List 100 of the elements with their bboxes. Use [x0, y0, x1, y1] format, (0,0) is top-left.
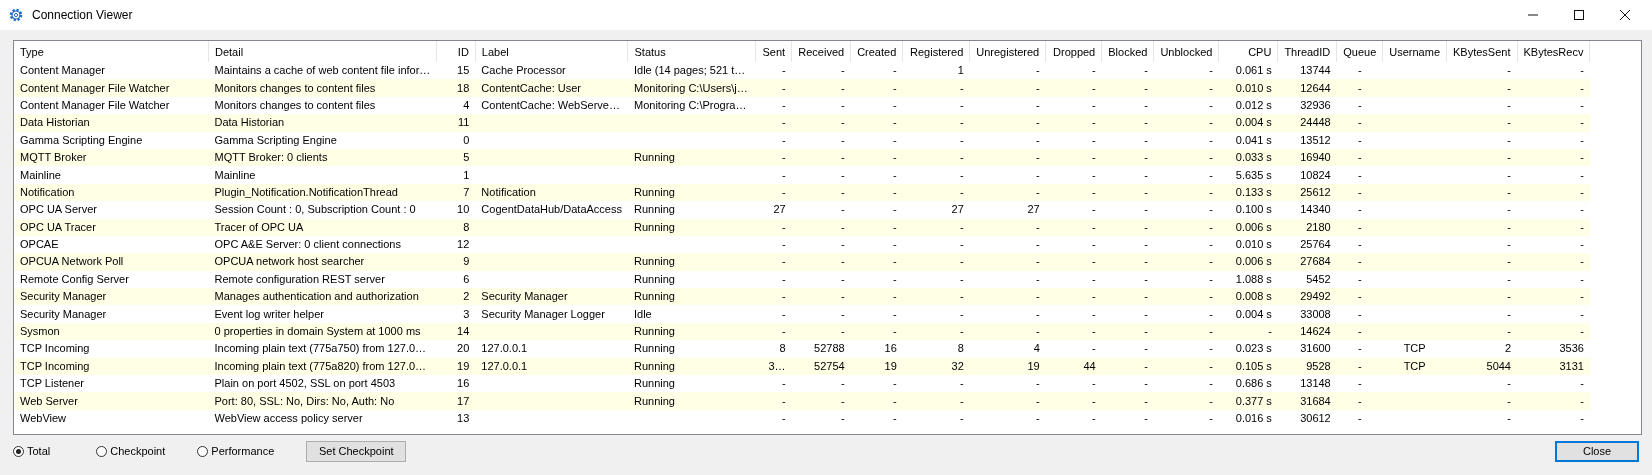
table-cell: - — [1101, 114, 1154, 132]
close-icon[interactable] — [1620, 10, 1630, 20]
column-header[interactable]: Blocked — [1101, 41, 1154, 62]
table-cell: - — [1101, 235, 1154, 254]
table-cell: Content Manager File Watcher — [14, 96, 209, 115]
table-cell: - — [1045, 375, 1102, 393]
mode-radio[interactable]: Total — [13, 445, 51, 457]
table-cell: TCP — [1382, 340, 1447, 358]
table-cell: 8 — [902, 340, 970, 358]
table-cell: - — [1336, 235, 1383, 254]
table-cell: MQTT Broker — [14, 148, 209, 167]
table-cell: - — [1101, 148, 1154, 167]
table-cell: - — [791, 375, 851, 393]
table-cell: 3… — [756, 357, 792, 376]
table-cell: - — [1045, 305, 1102, 323]
table-cell: 9528 — [1277, 357, 1337, 376]
table-cell: - — [1153, 253, 1219, 271]
column-header[interactable]: CPU — [1218, 41, 1278, 62]
table-cell: 27 — [969, 201, 1046, 219]
table-cell: - — [1153, 375, 1219, 393]
table-cell: - — [1101, 183, 1154, 202]
table-cell: 33008 — [1277, 305, 1337, 323]
table-cell: - — [902, 114, 970, 132]
column-header[interactable]: Registered — [902, 41, 970, 62]
table-cell: - — [1446, 235, 1517, 254]
column-header[interactable]: Unblocked — [1153, 41, 1219, 62]
table-cell: - — [756, 131, 792, 149]
mode-radio[interactable]: Checkpoint — [96, 445, 166, 457]
table-cell: 31600 — [1277, 340, 1337, 358]
table-cell: - — [756, 288, 792, 306]
table-cell: Web Server — [14, 392, 209, 410]
table-cell: 5044 — [1446, 357, 1517, 376]
table-cell: - — [850, 218, 903, 236]
column-header[interactable]: Status — [628, 41, 756, 62]
table-cell: - — [902, 253, 970, 271]
column-header[interactable]: ID — [436, 41, 476, 62]
table-cell: OPCUA network host searcher — [208, 253, 437, 271]
mode-radio[interactable]: Performance — [197, 445, 275, 457]
column-header[interactable]: Detail — [208, 41, 437, 62]
table-cell: - — [1446, 288, 1517, 306]
table-cell: ContentCache: WebServe… — [475, 96, 628, 115]
table-cell: - — [791, 409, 851, 428]
table-cell: - — [1153, 201, 1219, 219]
table-cell: Running — [628, 322, 756, 341]
column-header[interactable]: Unregistered — [969, 41, 1046, 62]
table-cell: 19 — [969, 357, 1046, 376]
table-cell: - — [1446, 183, 1517, 202]
table-cell: - — [1517, 79, 1590, 97]
table-cell: 4 — [969, 340, 1046, 358]
column-header[interactable]: KBytesSent — [1446, 41, 1517, 62]
table-cell: - — [1336, 357, 1383, 376]
column-header[interactable]: Queue — [1336, 41, 1383, 62]
table-cell: - — [1153, 357, 1219, 376]
table-cell: - — [850, 253, 903, 271]
table-cell: 0.012 s — [1218, 96, 1278, 115]
column-header[interactable]: ThreadID — [1277, 41, 1337, 62]
table-cell: - — [1045, 253, 1102, 271]
column-header[interactable]: Username — [1382, 41, 1447, 62]
table-cell: Content Manager File Watcher — [14, 79, 209, 97]
table-cell: Gamma Scripting Engine — [14, 131, 209, 149]
table-cell: - — [969, 375, 1046, 393]
table-cell: - — [902, 235, 970, 254]
table-cell: Plain on port 4502, SSL on port 4503 — [208, 375, 437, 393]
column-header[interactable]: Created — [850, 41, 903, 62]
column-header[interactable]: Dropped — [1045, 41, 1102, 62]
table-cell: - — [1045, 96, 1102, 115]
table-cell: 1 — [436, 166, 476, 184]
table-cell: - — [1153, 79, 1219, 97]
table-cell: - — [902, 131, 970, 149]
table-cell: 16 — [436, 375, 476, 393]
table-cell: - — [902, 305, 970, 323]
table-cell: - — [1153, 166, 1219, 184]
close-button[interactable]: Close — [1555, 440, 1639, 462]
table-cell: Monitors changes to content files — [208, 96, 437, 115]
table-cell: 13 — [436, 409, 476, 428]
table-cell: 52788 — [791, 340, 851, 358]
table-cell: 0.686 s — [1218, 375, 1278, 393]
column-header[interactable]: Received — [791, 41, 851, 62]
column-header[interactable]: Label — [475, 41, 628, 62]
table-cell: - — [1517, 392, 1590, 410]
table-cell: - — [756, 409, 792, 428]
table-cell: - — [1336, 305, 1383, 323]
table-cell: 1.088 s — [1218, 270, 1278, 289]
table-cell: - — [969, 114, 1046, 132]
table-cell: 9 — [436, 253, 476, 271]
column-header[interactable]: KBytesRecv — [1517, 41, 1590, 62]
table-cell: - — [1446, 96, 1517, 115]
maximize-icon[interactable] — [1574, 10, 1584, 20]
table-cell: - — [791, 305, 851, 323]
table-cell: 29492 — [1277, 288, 1337, 306]
table-cell: Cache Processor — [475, 62, 628, 80]
table-cell: - — [1101, 131, 1154, 149]
table-cell: - — [756, 235, 792, 254]
table-cell: 2180 — [1277, 218, 1337, 236]
table-cell: 1 — [902, 62, 970, 80]
table-cell: Monitors changes to content files — [208, 79, 437, 97]
column-header[interactable]: Sent — [756, 41, 792, 62]
set-checkpoint-button[interactable]: Set Checkpoint — [306, 440, 407, 462]
table-cell: - — [850, 62, 903, 80]
table-cell: - — [1446, 322, 1517, 341]
